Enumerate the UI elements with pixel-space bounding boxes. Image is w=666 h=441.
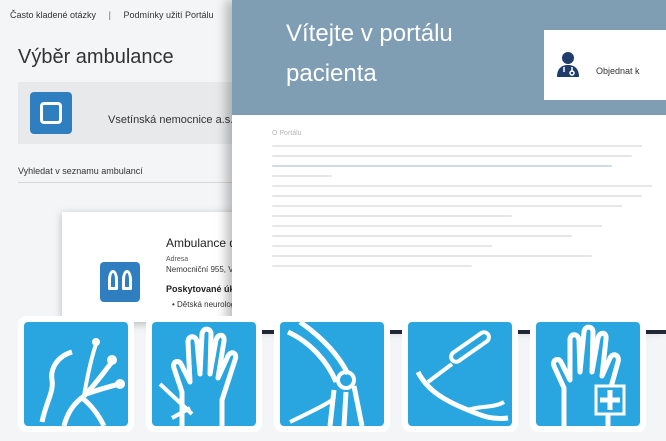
order-button[interactable]: Objednat k — [544, 30, 666, 100]
search-label: Vyhledat v seznamu ambulancí — [18, 166, 143, 176]
hand-tile — [146, 316, 262, 432]
endoscopy-tile — [402, 316, 518, 432]
ent-tile — [18, 316, 134, 432]
portal-text-block — [272, 145, 652, 275]
hand-icon — [158, 326, 239, 426]
order-button-label: Objednat k — [596, 66, 640, 76]
children-icon — [100, 262, 140, 302]
specialty-icons-row — [18, 316, 658, 436]
terms-link[interactable]: Podmínky užití Portálu — [123, 10, 213, 20]
ent-icon — [39, 338, 125, 426]
nav-separator: | — [108, 10, 111, 20]
about-portal-heading: O Portálu — [272, 130, 302, 137]
patient-portal-overlay: Vítejte v portálu pacienta Objednat k O … — [232, 0, 666, 330]
medical-hand-icon — [551, 324, 626, 426]
hospital-name: Vsetínská nemocnice a.s. — [108, 114, 234, 126]
medical-hand-tile — [530, 316, 646, 432]
knee-tile — [274, 316, 390, 432]
hospital-logo-icon — [30, 92, 72, 134]
address-label: Adresa — [166, 256, 189, 263]
portal-welcome-title: Vítejte v portálu pacienta — [286, 20, 453, 87]
top-navigation: Často kladené otázky | Podmínky užití Po… — [10, 10, 213, 20]
knee-icon — [286, 322, 365, 426]
doctor-icon — [557, 52, 579, 77]
page-title: Výběr ambulance — [18, 46, 174, 68]
faq-link[interactable]: Často kladené otázky — [10, 10, 96, 20]
endoscopy-icon — [415, 330, 509, 421]
